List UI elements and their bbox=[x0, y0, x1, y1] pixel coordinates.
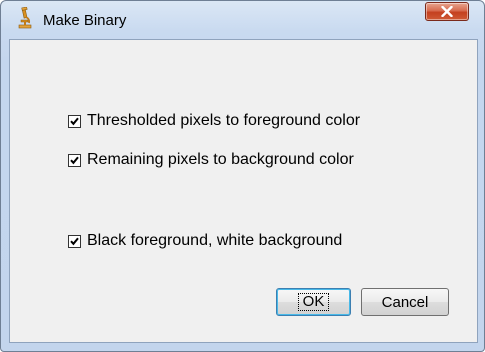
cancel-label: Cancel bbox=[381, 293, 429, 311]
black-foreground-label[interactable]: Black foreground, white background bbox=[87, 231, 342, 251]
option-black-foreground-row[interactable]: Black foreground, white background bbox=[68, 231, 342, 251]
cancel-button[interactable]: Cancel bbox=[361, 288, 449, 316]
ok-label: OK bbox=[297, 293, 330, 311]
dialog-window: Make Binary Thresholded pixels to foregr… bbox=[0, 0, 485, 352]
black-foreground-checkbox[interactable] bbox=[68, 234, 81, 248]
option-thresholded-row[interactable]: Thresholded pixels to foreground color bbox=[68, 111, 360, 131]
close-x-icon bbox=[441, 6, 453, 17]
thresholded-checkbox[interactable] bbox=[68, 114, 81, 128]
dialog-content: Thresholded pixels to foreground color R… bbox=[9, 39, 478, 343]
ok-button[interactable]: OK bbox=[276, 288, 351, 316]
microscope-icon bbox=[17, 6, 33, 29]
thresholded-label[interactable]: Thresholded pixels to foreground color bbox=[87, 111, 360, 131]
close-button[interactable] bbox=[425, 2, 469, 21]
checkmark-icon bbox=[70, 156, 79, 164]
checkmark-icon bbox=[70, 237, 79, 245]
title-bar[interactable]: Make Binary bbox=[1, 1, 484, 31]
remaining-checkbox[interactable] bbox=[68, 153, 81, 167]
window-title: Make Binary bbox=[43, 12, 127, 29]
checkmark-icon bbox=[70, 117, 79, 125]
remaining-label[interactable]: Remaining pixels to background color bbox=[87, 150, 354, 170]
option-remaining-row[interactable]: Remaining pixels to background color bbox=[68, 150, 354, 170]
